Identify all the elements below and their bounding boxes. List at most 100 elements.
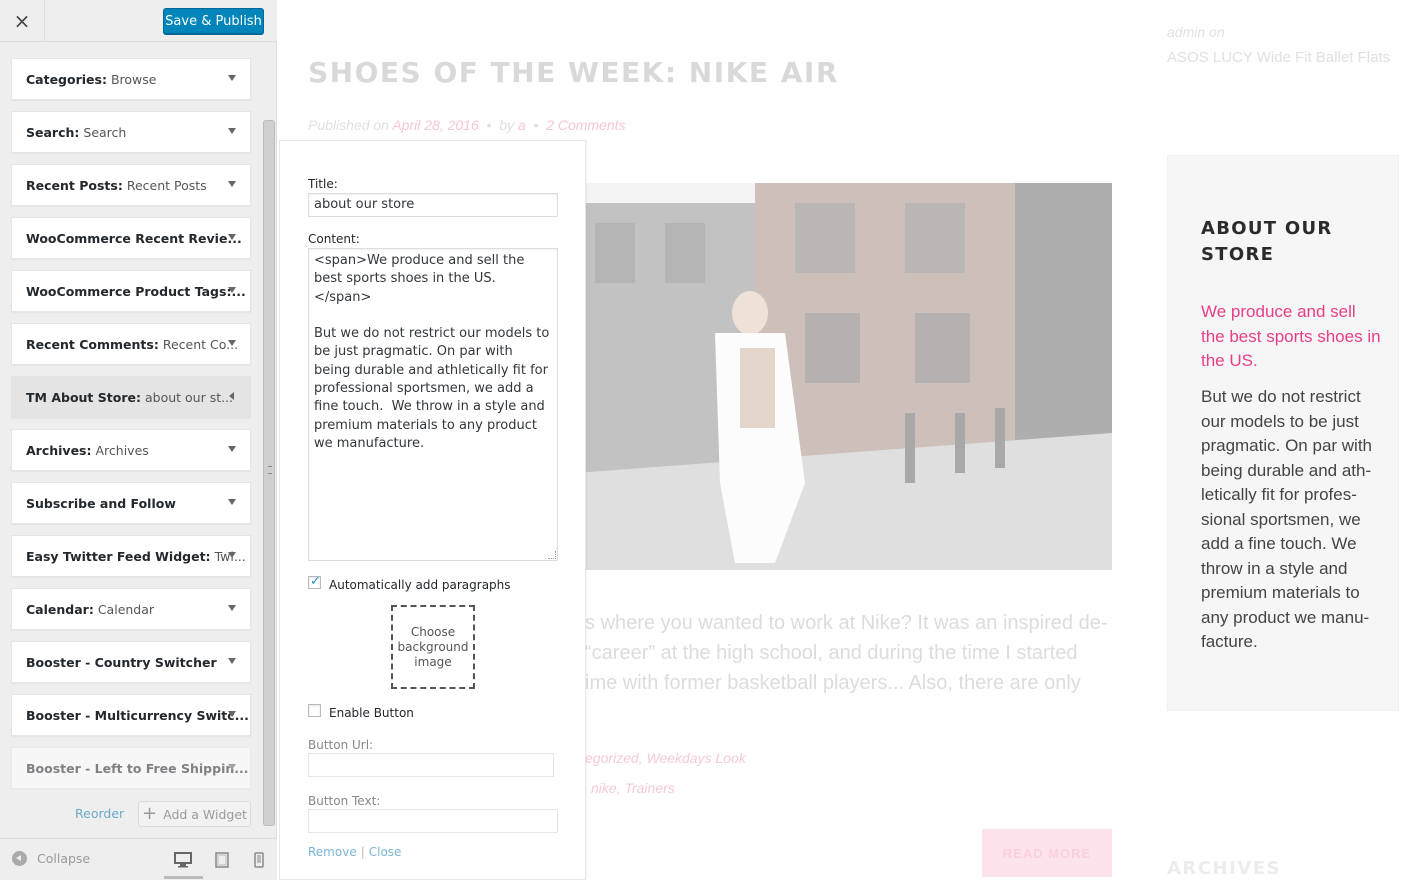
excerpt-line: ime with former basketball players... Al… [585, 672, 1081, 694]
about-store-body: But we do not restrict our models to be … [1201, 387, 1373, 651]
widget-item-calendar[interactable]: Calendar: Calendar [11, 588, 251, 630]
meta-published-label: Published on [308, 117, 389, 133]
post-title[interactable]: SHOES OF THE WEEK: NIKE AIR [308, 56, 839, 89]
widget-title: WooCommerce Product Tags:... [26, 283, 246, 299]
customizer-footer: Collapse [0, 838, 277, 880]
resize-handle-icon[interactable] [548, 551, 556, 559]
widget-subtitle: Recent Co... [162, 336, 239, 352]
widget-title: Recent Posts: [26, 177, 123, 193]
meta-author-link[interactable]: a [518, 117, 526, 133]
read-more-button[interactable]: READ MORE [982, 829, 1112, 877]
review-author: admin [1167, 24, 1206, 40]
expand-arrow-icon[interactable] [228, 287, 236, 293]
expand-arrow-icon[interactable] [228, 605, 236, 611]
save-publish-button[interactable]: Save & Publish [163, 8, 264, 34]
widget-title: Booster - Multicurrency Switc... [26, 707, 249, 723]
active-device-indicator [164, 876, 203, 879]
widget-item-subscribe-follow[interactable]: Subscribe and Follow [11, 482, 251, 524]
collapse-label: Collapse [37, 851, 91, 866]
expand-arrow-icon[interactable] [228, 711, 236, 717]
widget-title: TM About Store: [26, 389, 141, 405]
button-url-label: Button Url: [308, 738, 374, 752]
widget-list: Categories: Browse Search: Search Recent P… [11, 58, 251, 800]
add-widget-button[interactable]: + Add a Widget [138, 801, 251, 827]
auto-paragraph-checkbox[interactable]: ✓ [308, 574, 321, 589]
widget-title: Recent Comments: [26, 336, 159, 352]
widget-title: Booster - Left to Free Shippin... [26, 760, 249, 776]
expand-arrow-icon[interactable] [228, 499, 236, 505]
scroll-thumb[interactable] [263, 120, 275, 826]
post-meta: Published on April 28, 2016 • by a • 2 C… [308, 117, 626, 133]
expand-arrow-icon[interactable] [228, 181, 236, 187]
sidebar-scrollbar[interactable] [262, 120, 276, 832]
content-textarea[interactable]: <span>We produce and sell the best sport… [308, 248, 558, 561]
auto-paragraph-label[interactable]: Automatically add paragraphs [329, 578, 511, 592]
expand-arrow-icon[interactable] [228, 75, 236, 81]
widget-title: Archives: [26, 442, 92, 458]
enable-button-label[interactable]: Enable Button [329, 706, 414, 720]
widget-title: Calendar: [26, 601, 94, 617]
expand-arrow-icon[interactable] [228, 446, 236, 452]
expand-arrow-icon[interactable] [228, 552, 236, 558]
title-input[interactable]: about our store [308, 193, 558, 217]
widget-subtitle: Recent Posts [126, 177, 207, 193]
widget-item-recent-comments[interactable]: Recent Comments: Recent Co... [11, 323, 251, 365]
widget-item-categories[interactable]: Categories: Browse [11, 58, 251, 100]
meta-date-link[interactable]: April 28, 2016 [392, 117, 478, 133]
button-url-input[interactable] [308, 753, 554, 777]
widget-item-tm-about-store[interactable]: TM About Store: about our st... [11, 376, 251, 418]
choose-background-image-button[interactable]: Choose background image [391, 605, 475, 689]
tablet-preview-icon[interactable] [211, 849, 233, 871]
about-store-title: ABOUT OUR STORE [1201, 218, 1333, 265]
enable-button-checkbox[interactable] [308, 704, 321, 717]
expand-arrow-icon[interactable] [228, 658, 236, 664]
widget-item-woocommerce-recent-reviews[interactable]: WooCommerce Recent Revie... [11, 217, 251, 259]
about-store-widget: ABOUT OUR STORE We produce and sell the … [1167, 155, 1399, 711]
post-categories[interactable]: egorized, Weekdays Look [585, 750, 746, 766]
widget-item-search[interactable]: Search: Search [11, 111, 251, 153]
widget-item-recent-posts[interactable]: Recent Posts: Recent Posts [11, 164, 251, 206]
expand-arrow-icon[interactable] [228, 340, 236, 346]
collapse-arrow-icon[interactable] [229, 392, 234, 400]
post-featured-image[interactable] [575, 183, 1112, 570]
widget-item-booster-country-switcher[interactable]: Booster - Country Switcher [11, 641, 251, 683]
widget-item-easy-twitter-feed[interactable]: Easy Twitter Feed Widget: Twi... [11, 535, 251, 577]
add-widget-label: Add a Widget [163, 806, 247, 822]
widget-subtitle: Archives [95, 442, 149, 458]
excerpt-line: s where you wanted to work at Nike? It w… [585, 612, 1108, 634]
expand-arrow-icon[interactable] [228, 234, 236, 240]
close-customizer-button[interactable]: × [0, 0, 45, 42]
post-excerpt: s where you wanted to work at Nike? It w… [585, 608, 1145, 698]
widget-actions: Remove | Close [308, 845, 401, 859]
tm-about-store-widget-form: Title: about our store Content: <span>We… [279, 140, 586, 880]
title-label: Title: [308, 177, 338, 191]
close-link[interactable]: Close [369, 845, 402, 859]
recent-review-product-link[interactable]: ASOS LUCY Wide Fit Ballet Flats [1167, 49, 1390, 66]
recent-review-meta: admin on [1167, 24, 1225, 40]
widget-title: Search: [26, 124, 80, 140]
widget-title: Booster - Country Switcher [26, 654, 217, 670]
widget-item-woocommerce-product-tags[interactable]: WooCommerce Product Tags:... [11, 270, 251, 312]
widget-item-booster-free-shipping[interactable]: Booster - Left to Free Shippin... [11, 747, 251, 789]
reorder-link[interactable]: Reorder [75, 806, 124, 821]
widget-title: Easy Twitter Feed Widget: [26, 548, 211, 564]
widget-subtitle: Calendar [97, 601, 155, 617]
meta-comments-link[interactable]: 2 Comments [546, 117, 625, 133]
mobile-preview-icon[interactable] [248, 849, 270, 871]
grip-icon [268, 466, 272, 474]
widget-title: Categories: [26, 71, 107, 87]
post-tags[interactable]: nike, Trainers [591, 780, 675, 796]
collapse-arrow-circle-icon [12, 851, 27, 866]
button-text-label: Button Text: [308, 794, 381, 808]
button-text-input[interactable] [308, 809, 558, 833]
collapse-button[interactable]: Collapse [12, 851, 90, 866]
expand-arrow-icon[interactable] [228, 764, 236, 770]
widget-subtitle: about our st... [144, 389, 234, 405]
customizer-header: × Save & Publish [0, 0, 277, 42]
widget-item-archives[interactable]: Archives: Archives [11, 429, 251, 471]
checkmark-icon: ✓ [310, 574, 321, 589]
desktop-preview-icon[interactable] [172, 849, 194, 871]
remove-link[interactable]: Remove [308, 845, 357, 859]
expand-arrow-icon[interactable] [228, 128, 236, 134]
widget-item-booster-multicurrency[interactable]: Booster - Multicurrency Switc... [11, 694, 251, 736]
